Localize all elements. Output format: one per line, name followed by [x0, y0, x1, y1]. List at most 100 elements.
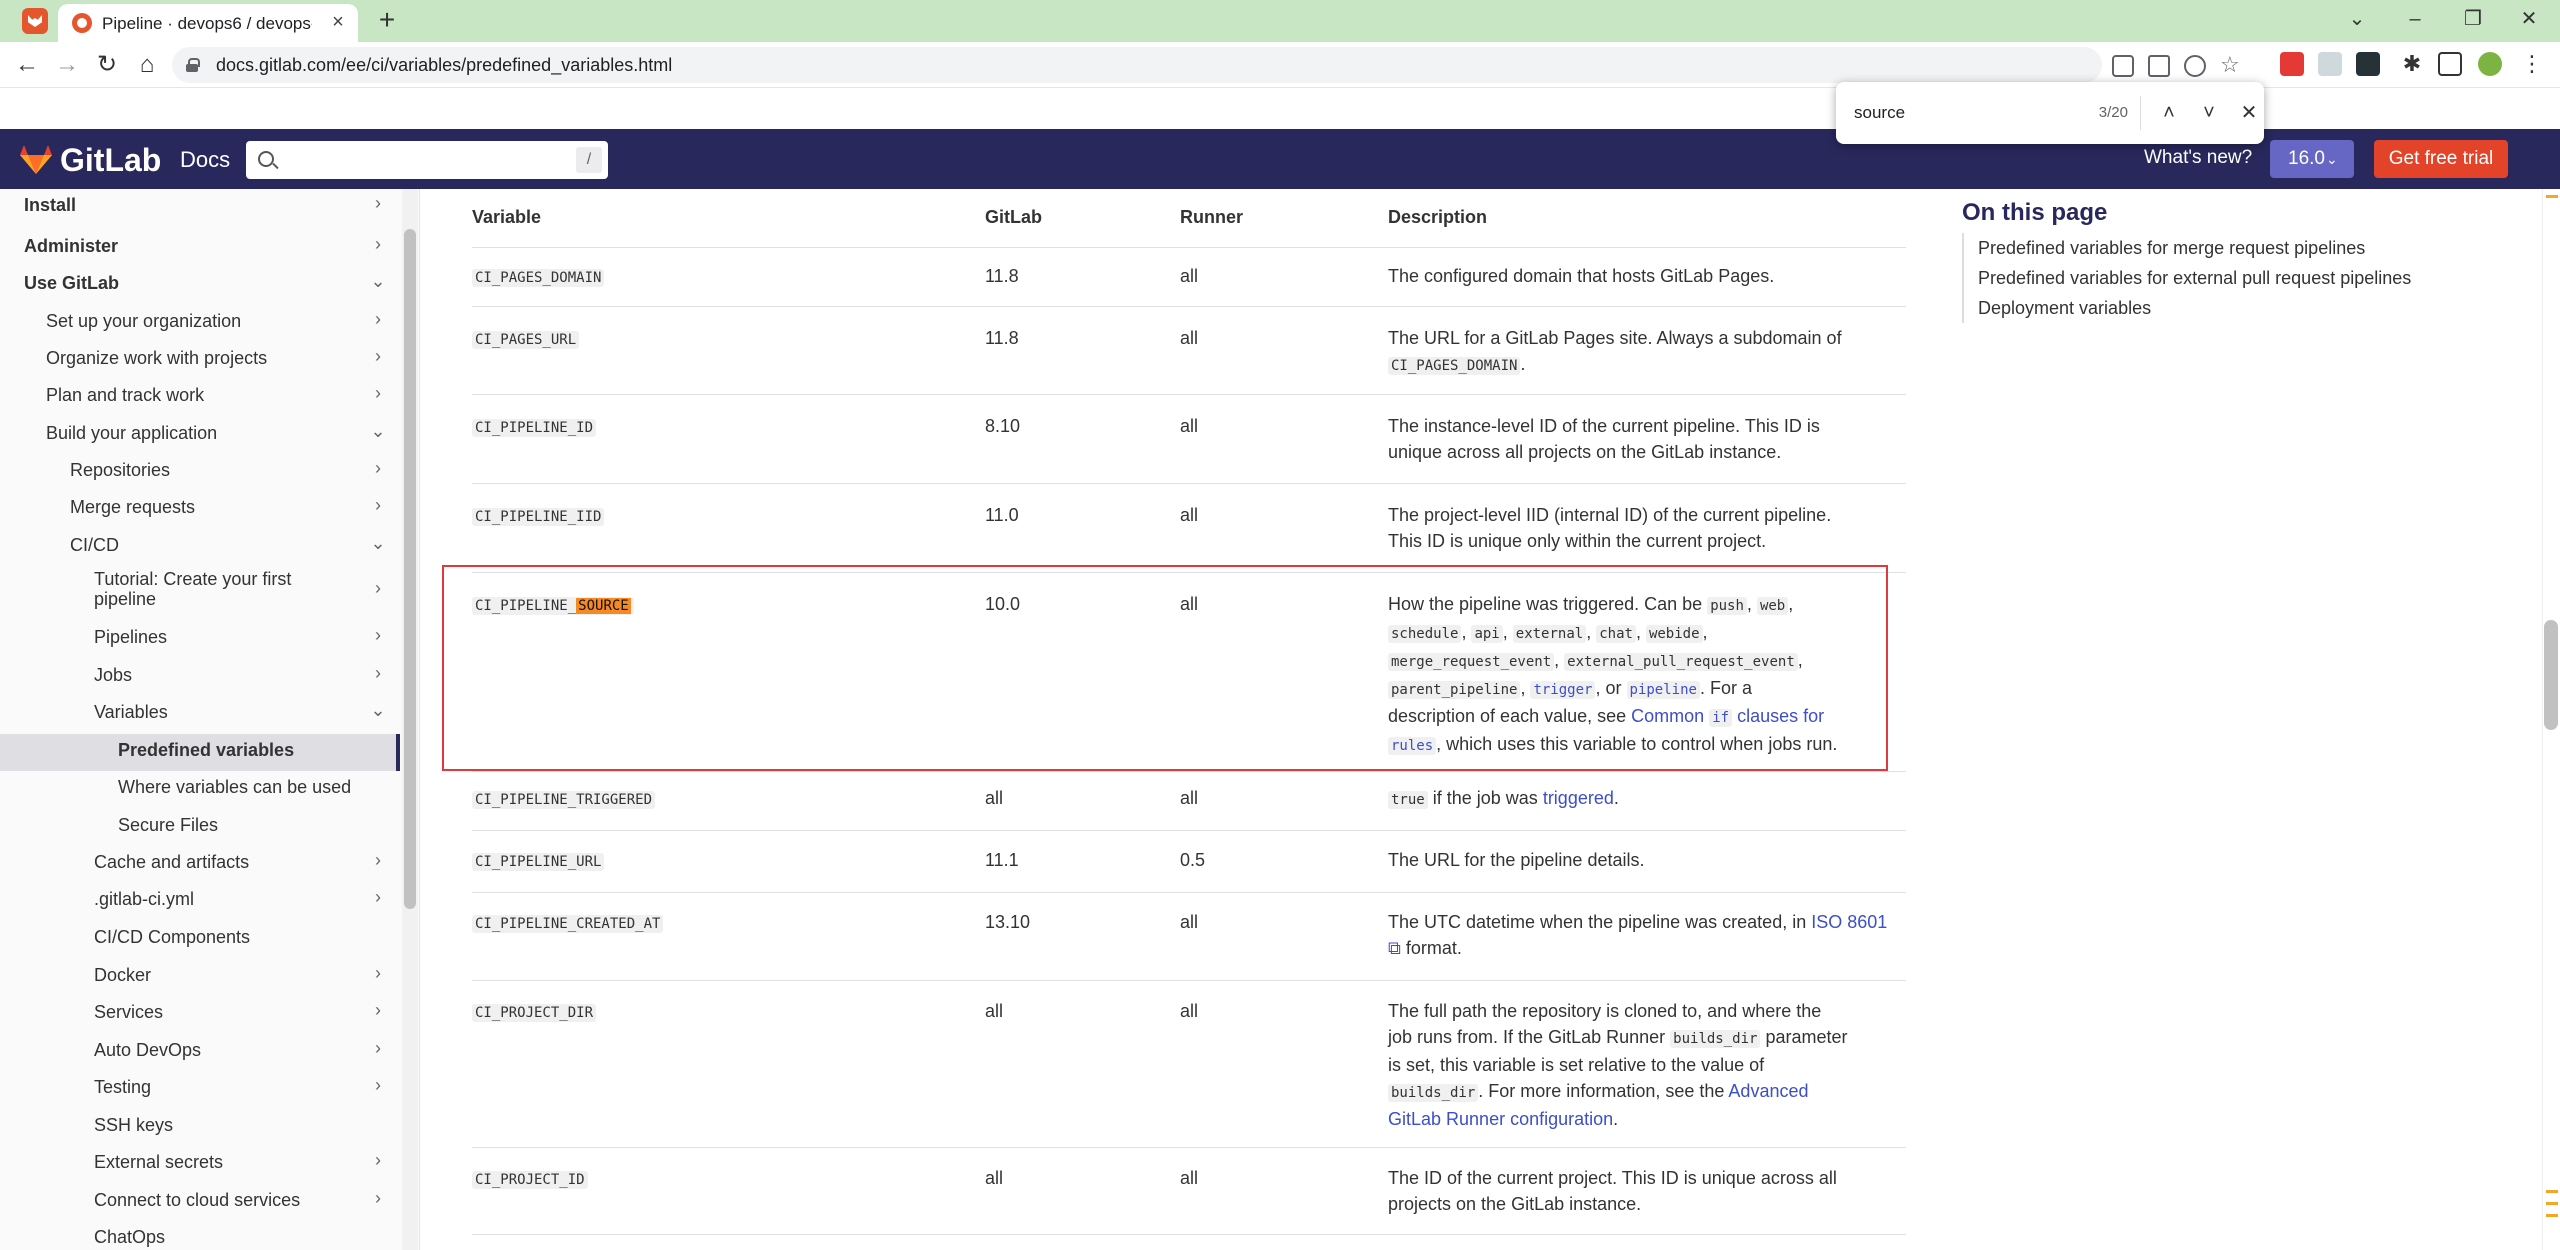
minimize-button[interactable]: – — [2400, 4, 2430, 34]
tab-search-icon[interactable]: ⌄ — [2342, 4, 2372, 34]
find-prev-button[interactable]: ˄ — [2154, 98, 2184, 128]
triggered-link[interactable]: triggered — [1543, 788, 1614, 808]
gitlab-app-icon[interactable] — [22, 8, 48, 34]
sidebar-item[interactable]: CI/CD⌄ — [0, 529, 400, 566]
chevron-right-icon[interactable]: › — [368, 963, 388, 984]
sidebar-item[interactable]: Jobs› — [0, 659, 400, 696]
translate-icon[interactable] — [2148, 55, 2170, 77]
variable-name[interactable]: CI_PIPELINE_CREATED_AT — [472, 915, 663, 933]
sidebar-item[interactable]: Tutorial: Create your first pipeline› — [0, 566, 400, 618]
chevron-down-icon[interactable]: ⌄ — [368, 271, 388, 292]
variable-name[interactable]: CI_PAGES_URL — [472, 331, 579, 349]
variable-name[interactable]: CI_PROJECT_DIR — [472, 1004, 596, 1022]
extension-red-icon[interactable] — [2280, 52, 2304, 76]
sidebar-item[interactable]: Pipelines› — [0, 621, 400, 658]
chevron-right-icon[interactable]: › — [368, 578, 388, 599]
docs-search-box[interactable]: / — [246, 141, 608, 179]
find-next-button[interactable]: ˅ — [2194, 98, 2224, 128]
sidebar-item[interactable]: Build your application⌄ — [0, 417, 400, 454]
chevron-right-icon[interactable]: › — [368, 1075, 388, 1096]
sidebar-item[interactable]: Merge requests› — [0, 491, 400, 528]
page-info-icon[interactable] — [2112, 55, 2134, 77]
chevron-right-icon[interactable]: › — [368, 1188, 388, 1209]
variable-name[interactable]: CI_PIPELINE_TRIGGERED — [472, 791, 655, 809]
share-icon[interactable] — [2184, 55, 2206, 77]
chevron-right-icon[interactable]: › — [368, 309, 388, 330]
new-tab-button[interactable]: + — [372, 6, 402, 36]
chevron-right-icon[interactable]: › — [368, 193, 388, 214]
bookmark-star-icon[interactable]: ☆ — [2220, 55, 2242, 77]
variable-name[interactable]: CI_PIPELINE_URL — [472, 853, 604, 871]
sidebar-item[interactable]: Secure Files — [0, 809, 400, 846]
chevron-right-icon[interactable]: › — [368, 887, 388, 908]
sidebar-item[interactable]: Variables⌄ — [0, 696, 400, 733]
variable-name[interactable]: CI_PROJECT_ID — [472, 1171, 588, 1189]
chevron-right-icon[interactable]: › — [368, 458, 388, 479]
chevron-down-icon[interactable]: ⌄ — [368, 421, 388, 442]
chevron-right-icon[interactable]: › — [368, 383, 388, 404]
back-button[interactable]: ← — [12, 50, 42, 80]
home-button[interactable]: ⌂ — [132, 50, 162, 80]
whats-new-link[interactable]: What's new? — [2144, 147, 2252, 169]
docs-search-input[interactable] — [286, 147, 556, 173]
sidebar-item[interactable]: Testing› — [0, 1071, 400, 1108]
sidebar-item[interactable]: Plan and track work› — [0, 379, 400, 416]
sidebar-item[interactable]: SSH keys — [0, 1109, 400, 1146]
variable-name[interactable]: CI_PIPELINE_ID — [472, 419, 596, 437]
forward-button[interactable]: → — [52, 50, 82, 80]
variable-name[interactable]: CI_PAGES_DOMAIN — [472, 269, 604, 287]
gitlab-tanuki-icon[interactable] — [18, 143, 54, 175]
docs-label[interactable]: Docs — [180, 147, 230, 173]
sidebar-item[interactable]: Install› — [0, 189, 400, 226]
side-panel-icon[interactable] — [2438, 52, 2462, 76]
gitlab-brand[interactable]: GitLab — [60, 142, 161, 179]
address-bar[interactable]: docs.gitlab.com/ee/ci/variables/predefin… — [172, 47, 2102, 83]
sidebar-item[interactable]: External secrets› — [0, 1146, 400, 1183]
extensions-puzzle-icon[interactable]: ✱ — [2400, 52, 2424, 76]
chevron-right-icon[interactable]: › — [368, 1150, 388, 1171]
advanced-config-link[interactable]: Advanced — [1728, 1081, 1808, 1101]
get-free-trial-button[interactable]: Get free trial — [2374, 140, 2508, 178]
chevron-right-icon[interactable]: › — [368, 1038, 388, 1059]
chevron-right-icon[interactable]: › — [368, 234, 388, 255]
chevron-right-icon[interactable]: › — [368, 495, 388, 516]
chevron-right-icon[interactable]: › — [368, 850, 388, 871]
sidebar-item[interactable]: Administer› — [0, 230, 400, 267]
sidebar-item[interactable]: Services› — [0, 996, 400, 1033]
profile-avatar[interactable] — [2478, 52, 2502, 76]
chevron-right-icon[interactable]: › — [368, 625, 388, 646]
toc-item[interactable]: Predefined variables for external pull r… — [1964, 263, 2411, 293]
find-close-button[interactable]: ✕ — [2234, 98, 2264, 128]
sidebar-item[interactable]: Predefined variables — [0, 734, 400, 771]
extension-dark-icon[interactable] — [2356, 52, 2380, 76]
sidebar-item[interactable]: .gitlab-ci.yml› — [0, 883, 400, 920]
chevron-right-icon[interactable]: › — [368, 663, 388, 684]
runner-config-link[interactable]: GitLab Runner configuration — [1388, 1109, 1613, 1129]
sidebar-item[interactable]: Connect to cloud services› — [0, 1184, 400, 1221]
reload-button[interactable]: ↻ — [92, 50, 122, 80]
restore-button[interactable]: ❐ — [2458, 4, 2488, 34]
version-dropdown[interactable]: 16.0 ⌄ — [2270, 140, 2354, 178]
sidebar-item[interactable]: Organize work with projects› — [0, 342, 400, 379]
sidebar-item[interactable]: Repositories› — [0, 454, 400, 491]
toc-item[interactable]: Predefined variables for merge request p… — [1964, 233, 2411, 263]
extension-grey-icon[interactable] — [2318, 52, 2342, 76]
sidebar-item[interactable]: Auto DevOps› — [0, 1034, 400, 1071]
tab-close-icon[interactable]: × — [326, 10, 350, 34]
variable-name[interactable]: CI_PIPELINE_IID — [472, 508, 604, 526]
chevron-right-icon[interactable]: › — [368, 1000, 388, 1021]
page-scrollbar-thumb[interactable] — [2544, 620, 2558, 730]
browser-tab-active[interactable]: Pipeline · devops6 / devops-ci × — [58, 4, 358, 42]
toc-item[interactable]: Deployment variables — [1964, 293, 2411, 323]
browser-menu-icon[interactable]: ⋮ — [2520, 52, 2544, 76]
chevron-down-icon[interactable]: ⌄ — [368, 700, 388, 721]
sidebar-item[interactable]: Cache and artifacts› — [0, 846, 400, 883]
sidebar-item[interactable]: Docker› — [0, 959, 400, 996]
sidebar-scrollbar-thumb[interactable] — [404, 229, 416, 909]
window-close-button[interactable]: ✕ — [2514, 4, 2544, 34]
chevron-right-icon[interactable]: › — [368, 346, 388, 367]
sidebar-item[interactable]: Set up your organization› — [0, 305, 400, 342]
lock-icon[interactable] — [186, 58, 198, 72]
chevron-down-icon[interactable]: ⌄ — [368, 533, 388, 554]
sidebar-item[interactable]: ChatOps — [0, 1221, 400, 1250]
